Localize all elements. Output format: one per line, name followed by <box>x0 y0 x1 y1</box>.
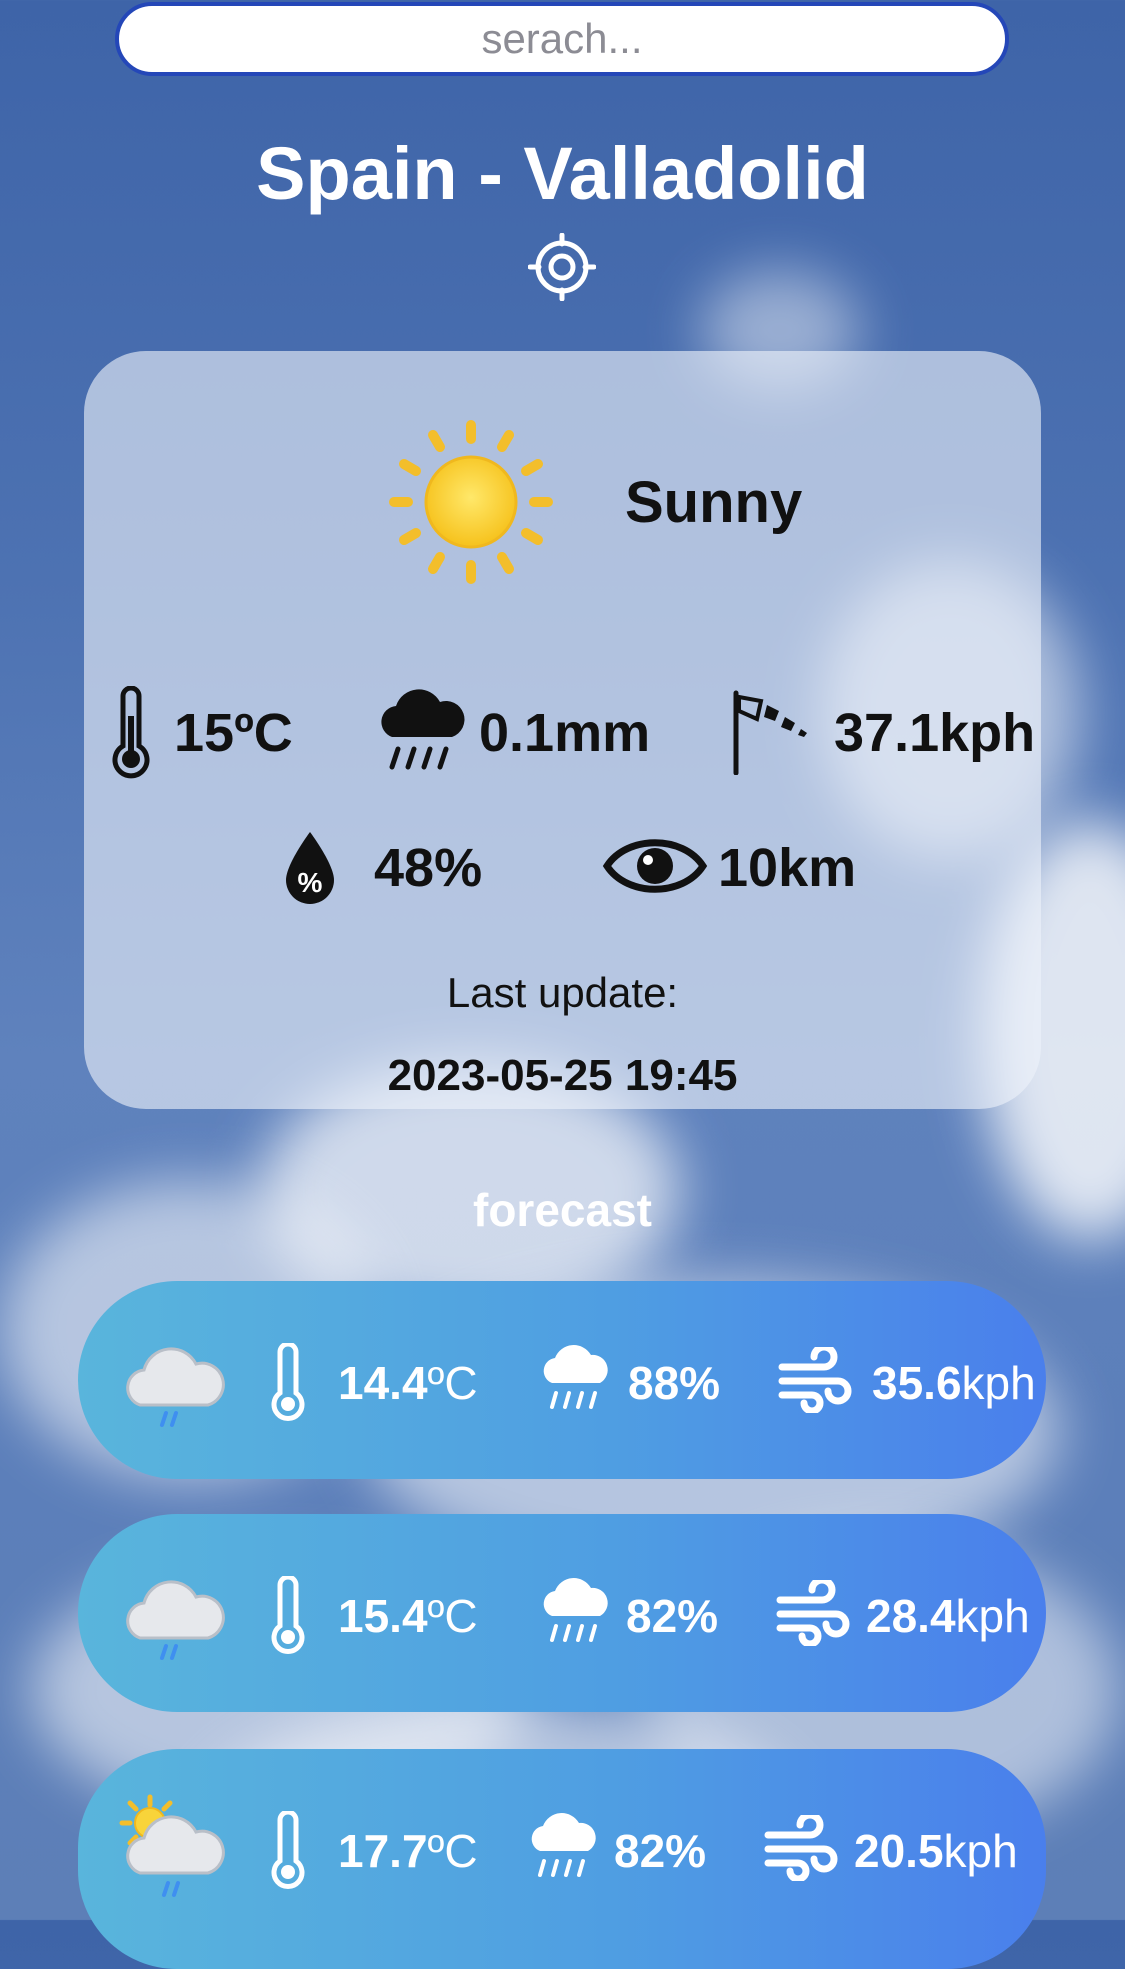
current-weather-card: Sunny 15ºC 0.1mm 37.1kph % 48% 10km Last… <box>84 351 1041 1109</box>
rain-cloud-icon <box>126 1580 225 1660</box>
locate-button[interactable] <box>527 232 597 302</box>
humidity-value: 48% <box>374 838 483 898</box>
humidity-drop-icon: % <box>286 832 334 904</box>
rain-cloud-icon <box>543 1345 608 1409</box>
forecast-temperature: 15.4ºC <box>338 1590 478 1642</box>
wind-icon <box>764 1815 838 1881</box>
eye-icon <box>602 839 708 893</box>
forecast-title: forecast <box>473 1184 652 1236</box>
forecast-wind: 35.6kph <box>872 1357 1036 1409</box>
forecast-wind: 28.4kph <box>866 1590 1030 1642</box>
temperature-value: 15ºC <box>174 703 293 763</box>
wind-icon <box>776 1580 850 1646</box>
svg-text:%: % <box>298 867 323 898</box>
forecast-rain-chance: 82% <box>614 1825 707 1877</box>
forecast-rain-chance: 88% <box>628 1357 721 1409</box>
forecast-wind: 20.5kph <box>854 1825 1018 1877</box>
sun-rain-cloud-icon <box>119 1794 225 1897</box>
location-title: Spain - Valladolid <box>256 132 869 215</box>
sun-icon <box>389 420 553 584</box>
rain-cloud-icon <box>543 1578 608 1642</box>
forecast-row[interactable]: 14.4ºC 88% 35.6kph <box>78 1281 1046 1479</box>
search-bar[interactable] <box>115 2 1009 76</box>
rain-cloud-icon <box>126 1347 225 1427</box>
windsock-icon <box>733 690 807 775</box>
forecast-row[interactable]: 17.7ºC 82% 20.5kph <box>78 1749 1046 1969</box>
search-input[interactable] <box>119 6 1005 72</box>
thermometer-icon <box>112 686 150 779</box>
precipitation-value: 0.1mm <box>479 703 651 763</box>
wind-icon <box>778 1347 852 1413</box>
thermometer-icon <box>271 1343 305 1421</box>
forecast-rain-chance: 82% <box>626 1590 719 1642</box>
wind-value: 37.1kph <box>834 703 1036 763</box>
rain-cloud-icon <box>381 689 465 770</box>
last-update-label: Last update: <box>446 969 679 1016</box>
visibility-value: 10km <box>718 838 857 898</box>
thermometer-icon <box>271 1576 305 1654</box>
forecast-row[interactable]: 15.4ºC 82% 28.4kph <box>78 1514 1046 1712</box>
forecast-temperature: 14.4ºC <box>338 1357 478 1409</box>
crosshair-icon <box>527 232 597 302</box>
last-update-value: 2023-05-25 19:45 <box>387 1051 738 1100</box>
rain-cloud-icon <box>531 1813 596 1877</box>
thermometer-icon <box>271 1811 305 1889</box>
forecast-temperature: 17.7ºC <box>338 1825 478 1877</box>
condition-label: Sunny <box>625 470 803 535</box>
